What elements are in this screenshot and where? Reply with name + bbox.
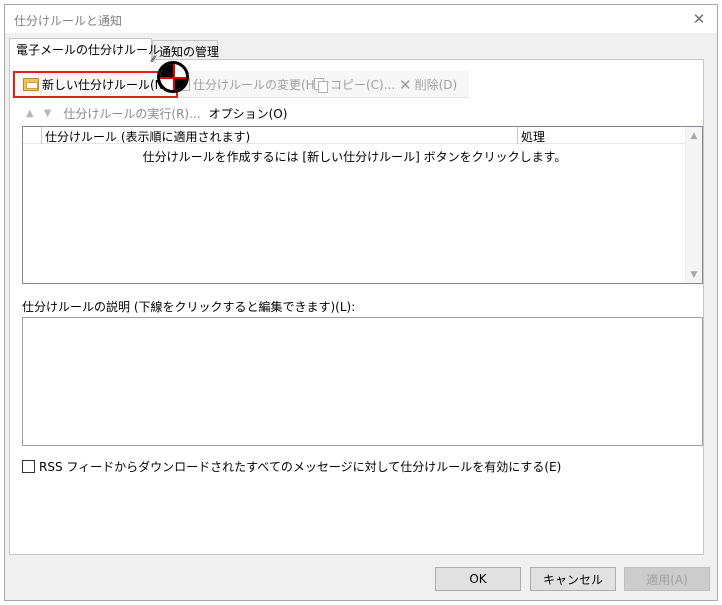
column-header-action[interactable]: 処理 [521,128,545,145]
column-header-rule[interactable]: 仕分けルール (表示順に適用されます) [45,128,250,145]
delete-button[interactable]: ✕ 削除(D) [399,75,457,94]
click-indicator-icon: ⁄⁄ [152,55,156,65]
scroll-down-icon[interactable]: ▼ [686,266,702,283]
rules-list[interactable]: 仕分けルール (表示順に適用されます) 処理 仕分けルールを作成するには [新し… [22,126,703,284]
tab-email-rules[interactable]: 電子メールの仕分けルール [9,38,160,61]
window-title: 仕分けルールと通知 [14,14,123,28]
scroll-up-icon[interactable]: ▲ [686,127,702,144]
change-rule-button[interactable]: 仕分けルールの変更(H) ▼ [178,75,329,94]
rule-description-box[interactable] [22,317,703,446]
apply-button[interactable]: 適用(A) [624,567,710,591]
ok-button[interactable]: OK [435,567,521,591]
empty-list-message: 仕分けルールを作成するには [新しい仕分けルール] ボタンをクリックします。 [142,150,567,164]
delete-x-icon: ✕ [399,75,412,94]
delete-label: 削除(D) [414,78,458,92]
tab-manage-alerts[interactable]: 通知の管理 [152,40,219,60]
rules-list-header: 仕分けルール (表示順に適用されます) 処理 [23,127,686,144]
copy-icon [314,77,328,93]
cancel-button[interactable]: キャンセル [530,567,616,591]
copy-button[interactable]: コピー(C)... [314,75,395,94]
rss-rules-label: RSS フィードからダウンロードされたすべてのメッセージに対して仕分けルールを有… [39,460,562,474]
options-button[interactable]: オプション(O) [209,105,288,122]
rss-rules-option[interactable]: RSS フィードからダウンロードされたすべてのメッセージに対して仕分けルールを有… [22,458,561,475]
header-separator [41,127,42,144]
header-separator [517,127,518,144]
new-rule-highlight-box [13,71,178,98]
rule-order-row: ▲ ▼ 仕分けルールの実行(R)... オプション(O) [26,104,287,122]
rule-description-label: 仕分けルールの説明 (下線をクリックすると編集できます)(L): [22,300,356,314]
title-bar: 仕分けルールと通知 ✕ [5,5,717,33]
change-rule-label: 仕分けルールの変更(H) [193,78,320,92]
run-rules-button[interactable]: 仕分けルールの実行(R)... [63,105,200,122]
click-target-cursor-icon [157,61,189,93]
move-up-icon[interactable]: ▲ [26,108,34,119]
copy-label: コピー(C)... [330,78,396,92]
rss-rules-checkbox[interactable] [22,460,35,473]
close-icon[interactable]: ✕ [685,7,713,31]
move-down-icon[interactable]: ▼ [44,108,52,119]
rules-list-scrollbar[interactable]: ▲ ▼ [685,127,702,283]
